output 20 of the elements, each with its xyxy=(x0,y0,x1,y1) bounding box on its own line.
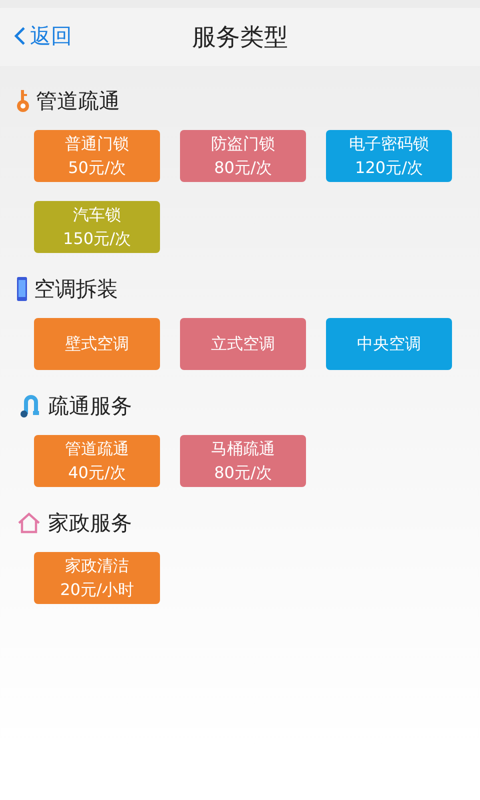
service-button[interactable]: 中央空调 xyxy=(326,318,452,370)
key-icon xyxy=(16,89,30,113)
house-icon xyxy=(16,511,42,535)
phone-icon xyxy=(16,276,28,302)
section-title: 家政服务 xyxy=(48,510,132,537)
service-button[interactable]: 管道疏通 40元/次 xyxy=(34,435,160,487)
back-button[interactable]: 返回 xyxy=(14,22,72,50)
service-button[interactable]: 普通门锁 50元/次 xyxy=(34,130,160,182)
service-button[interactable]: 电子密码锁 120元/次 xyxy=(326,130,452,182)
section-title: 疏通服务 xyxy=(48,393,132,420)
service-button[interactable]: 马桶疏通 80元/次 xyxy=(180,435,306,487)
page-title: 服务类型 xyxy=(192,22,288,53)
section-title: 空调拆装 xyxy=(34,276,118,303)
service-button[interactable]: 汽车锁 150元/次 xyxy=(34,201,160,253)
chevron-left-icon xyxy=(14,26,26,46)
service-button[interactable]: 立式空调 xyxy=(180,318,306,370)
section-title: 管道疏通 xyxy=(36,88,120,115)
service-button[interactable]: 防盗门锁 80元/次 xyxy=(180,130,306,182)
service-button[interactable]: 家政清洁 20元/小时 xyxy=(34,552,160,604)
service-button[interactable]: 壁式空调 xyxy=(34,318,160,370)
